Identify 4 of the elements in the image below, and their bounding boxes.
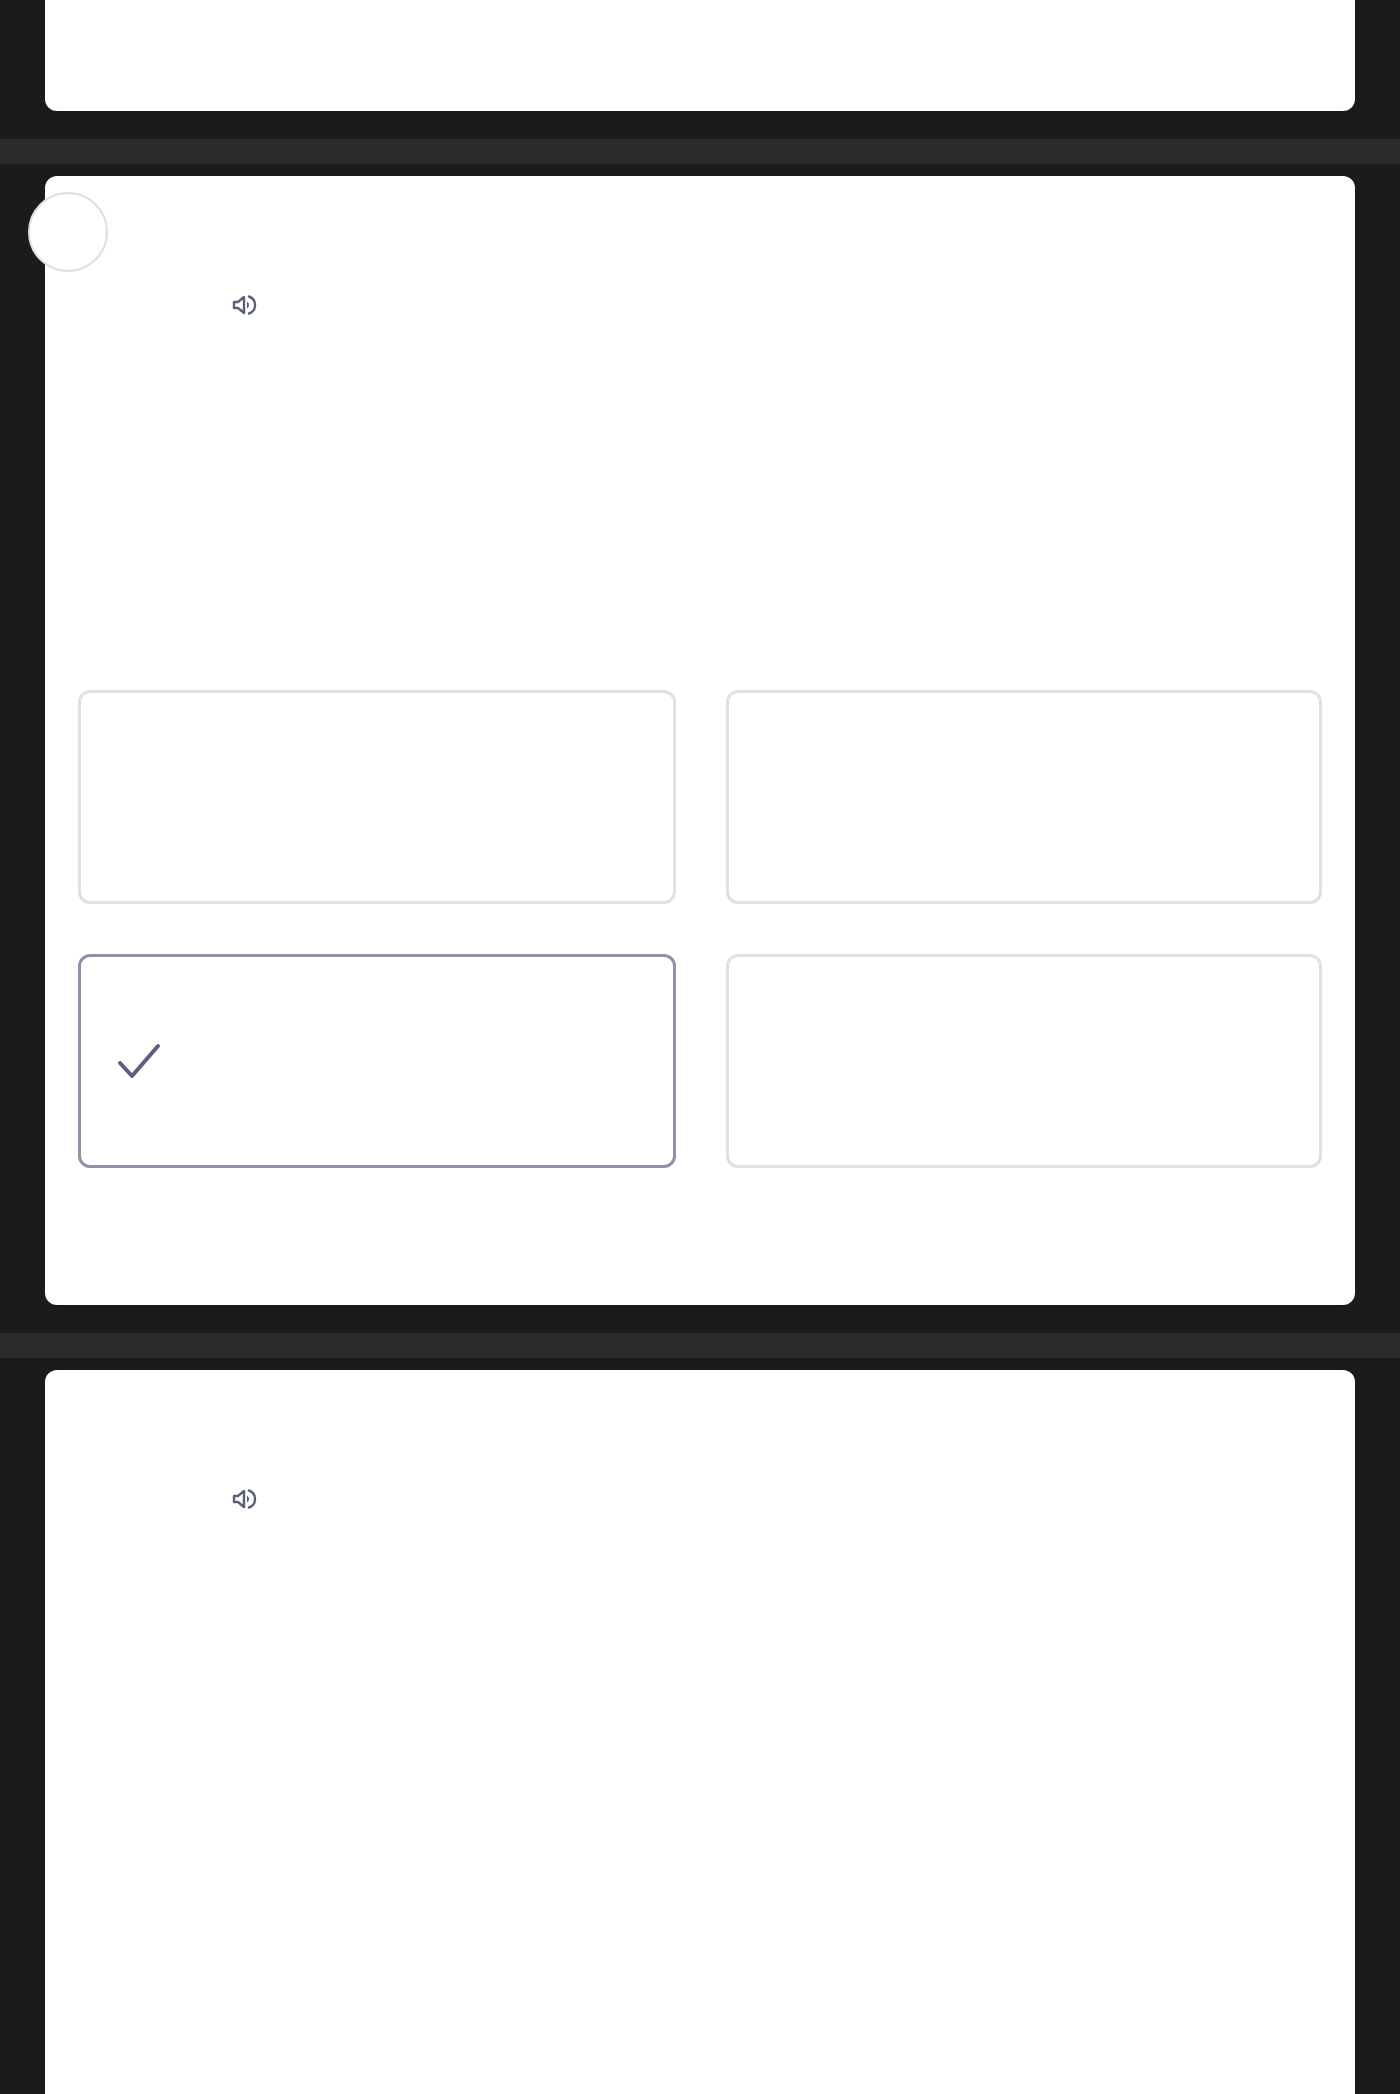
speaker-icon[interactable]: [231, 292, 257, 318]
checkmark-icon: [117, 1043, 161, 1079]
speaker-icon[interactable]: [231, 1486, 257, 1512]
answer-option[interactable]: [78, 954, 676, 1168]
